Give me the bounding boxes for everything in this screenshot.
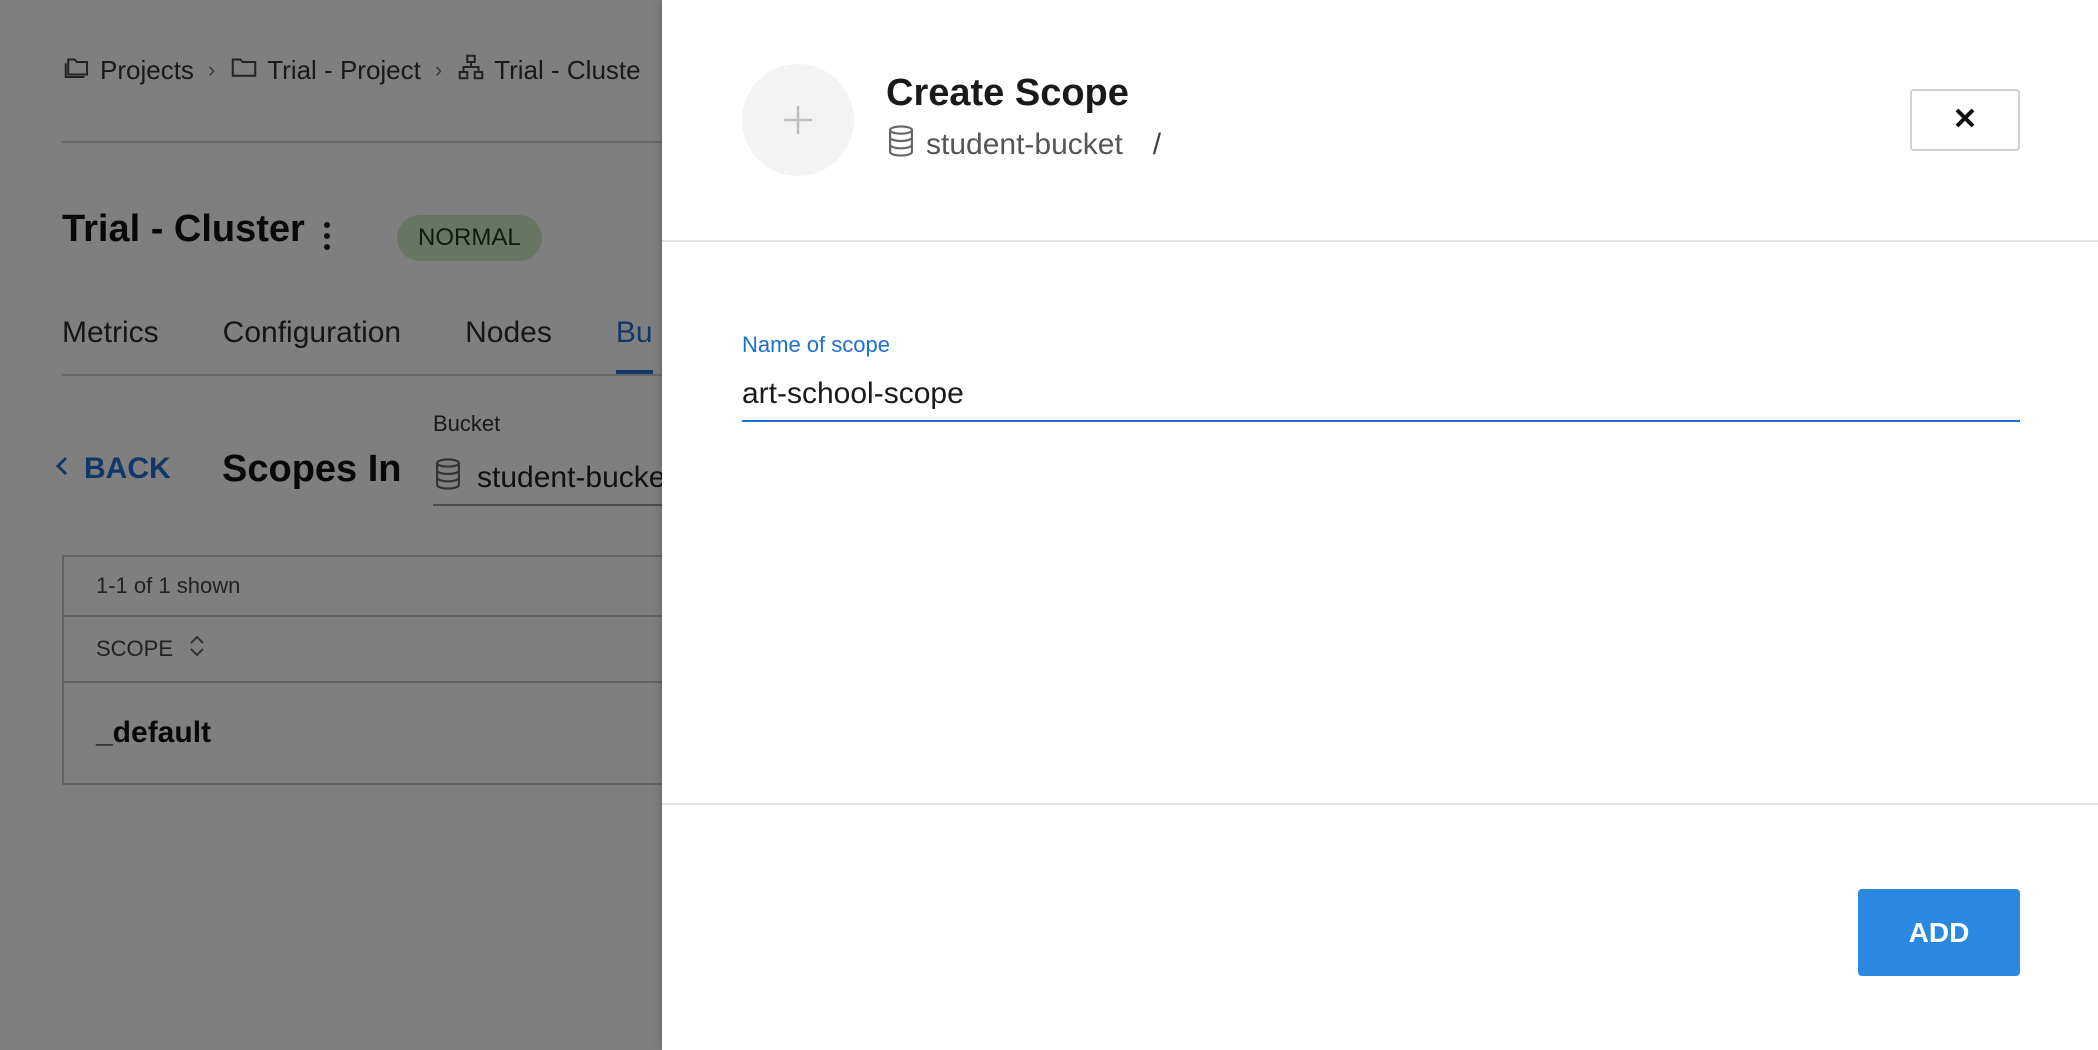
path-separator: / <box>1152 128 1162 161</box>
panel-title: Create Scope <box>886 72 1129 114</box>
add-button[interactable]: ADD <box>1858 889 2020 976</box>
panel-header: Create Scope student-bucket / <box>662 0 2098 242</box>
create-scope-panel: Create Scope student-bucket / Name of sc… <box>662 0 2098 1050</box>
close-button[interactable] <box>1910 89 2020 151</box>
plus-icon <box>742 64 854 176</box>
scope-name-label: Name of scope <box>742 332 890 357</box>
footer-divider <box>662 803 2098 805</box>
panel-subtitle: student-bucket / <box>886 124 1161 166</box>
close-icon <box>1953 106 1977 135</box>
panel-bucket-name: student-bucket <box>926 128 1123 161</box>
modal-backdrop[interactable] <box>0 0 662 1050</box>
scope-name-input[interactable] <box>742 368 2020 422</box>
database-icon <box>886 124 916 166</box>
